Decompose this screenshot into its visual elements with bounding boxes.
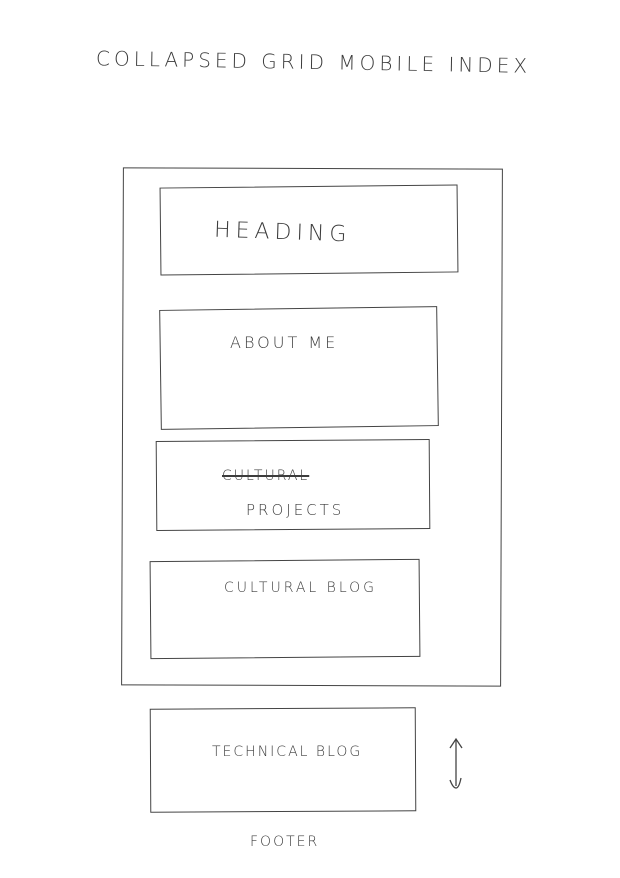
footer-label: FOOTER — [250, 834, 320, 850]
heading-label: HEADING — [213, 217, 352, 248]
technical-blog-label: TECHNICAL BLOG — [212, 744, 363, 760]
about-label: ABOUT ME — [230, 333, 339, 352]
projects-label: PROJECTS — [246, 501, 345, 519]
projects-struck-label: CULTURAL — [222, 468, 310, 484]
about-section — [159, 306, 439, 430]
technical-blog-section — [149, 707, 417, 813]
cultural-blog-label: CULTURAL BLOG — [224, 580, 378, 596]
cultural-blog-section — [149, 558, 421, 660]
up-down-arrow-icon — [449, 737, 463, 789]
page-title: COLLAPSED GRID MOBILE INDEX — [95, 46, 532, 78]
